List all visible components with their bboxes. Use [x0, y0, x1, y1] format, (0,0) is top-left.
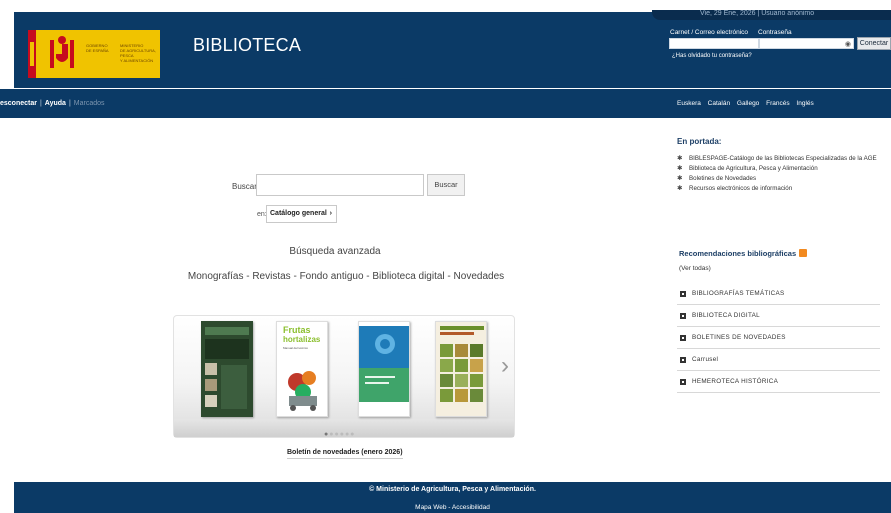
pin-icon: ✱: [677, 175, 683, 182]
catalog-select[interactable]: Catálogo general ›: [266, 205, 337, 223]
carousel-dots[interactable]: ●●●●●●: [324, 431, 355, 438]
lang-gallego[interactable]: Gallego: [737, 100, 759, 107]
carousel-dot[interactable]: ●: [350, 431, 355, 438]
book-cover-3-art: [359, 322, 409, 416]
rec-link[interactable]: BIBLIOGRAFÍAS TEMÁTICAS: [692, 290, 785, 297]
page: GOBIERNO DE ESPAÑA MINISTERIO DE AGRICUL…: [0, 0, 891, 513]
nav-bar: esconectar | Ayuda | Marcados Euskera Catalá…: [0, 89, 891, 118]
folder-icon: [680, 313, 686, 319]
government-logo[interactable]: GOBIERNO DE ESPAÑA MINISTERIO DE AGRICUL…: [28, 30, 160, 78]
vegetables-icon: [288, 371, 317, 411]
footer: © Ministerio de Agricultura, Pesca y Ali…: [14, 482, 891, 513]
portada-link[interactable]: Biblioteca de Agricultura, Pesca y Alime…: [689, 165, 818, 172]
list-item[interactable]: ✱ BIBLESPAGE-Catálogo de las Bibliotecas …: [677, 154, 882, 163]
card-label: Carnet / Correo electrónico: [670, 29, 749, 36]
recommendations-list: BIBLIOGRAFÍAS TEMÁTICAS BIBLIOTECA DIGIT…: [677, 283, 880, 393]
gov-line2: DE ESPAÑA: [86, 48, 109, 53]
status-bar: Vie, 29 Ene, 2026 | Usuario anónimo: [652, 10, 891, 20]
lang-frances[interactable]: Francés: [766, 100, 789, 107]
list-item[interactable]: ✱ Boletines de Novedades: [677, 174, 882, 183]
ministry-text: MINISTERIO DE AGRICULTURA, PESCA Y ALIME…: [120, 43, 160, 63]
rec-link[interactable]: Carrusel: [692, 356, 718, 363]
advanced-search-link[interactable]: Búsqueda avanzada: [0, 246, 670, 257]
card-input[interactable]: [669, 38, 759, 49]
portada-link[interactable]: BIBLESPAGE-Catálogo de las Bibliotecas E…: [689, 155, 877, 162]
list-item[interactable]: ✱ Recursos electrónicos de información: [677, 184, 882, 193]
quick-links[interactable]: Monografías - Revistas - Fondo antiguo -…: [0, 271, 692, 282]
list-item[interactable]: BOLETINES DE NOVEDADES: [677, 327, 880, 349]
book-cover-2-title1: Frutas: [283, 325, 311, 335]
book-cover-2-subtitle: Manual del técnico: [283, 346, 309, 350]
disconnect-link[interactable]: esconectar: [0, 100, 37, 107]
ministry-line2: DE AGRICULTURA, PESCA: [120, 48, 156, 58]
book-cover-1-art: [201, 321, 253, 417]
newsletter-link[interactable]: Boletín de novedades (enero 2026): [287, 449, 403, 459]
rss-icon[interactable]: [799, 249, 808, 257]
bookmarks-link[interactable]: Marcados: [74, 100, 105, 107]
password-input[interactable]: ◉: [759, 38, 854, 49]
recommendations-title: Recomendaciones bibliográficas: [679, 249, 808, 258]
eye-icon[interactable]: ◉: [845, 40, 851, 48]
site-title[interactable]: BIBLIOTECA: [193, 35, 301, 56]
list-item[interactable]: HEMEROTECA HISTÓRICA: [677, 371, 880, 393]
pin-icon: ✱: [677, 155, 683, 162]
spain-flag-icon: [28, 30, 36, 78]
lang-ingles[interactable]: Inglés: [796, 100, 813, 107]
header: GOBIERNO DE ESPAÑA MINISTERIO DE AGRICUL…: [14, 10, 891, 88]
book-carousel[interactable]: Frutas hortalizas Manual del técnico › ●…: [173, 315, 515, 438]
footer-links[interactable]: Mapa Web - Accesibilidad: [14, 504, 891, 511]
help-link[interactable]: Ayuda: [45, 100, 66, 107]
password-label: Contraseña: [758, 29, 792, 36]
user-nav: esconectar | Ayuda | Marcados: [0, 100, 105, 107]
book-cover-2-title2: hortalizas: [283, 335, 321, 344]
gov-text: GOBIERNO DE ESPAÑA: [86, 43, 109, 53]
rec-link[interactable]: BOLETINES DE NOVEDADES: [692, 334, 786, 341]
search-input[interactable]: [256, 174, 424, 196]
list-item[interactable]: ✱ Biblioteca de Agricultura, Pesca y Alim…: [677, 164, 882, 173]
book-cover-2[interactable]: Frutas hortalizas Manual del técnico: [276, 321, 328, 417]
book-cover-4-art: [436, 322, 486, 416]
pin-icon: ✱: [677, 165, 683, 172]
portada-link[interactable]: Recursos electrónicos de información: [689, 185, 792, 192]
folder-icon: [680, 379, 686, 385]
portada-list: ✱ BIBLESPAGE-Catálogo de las Bibliotecas …: [677, 154, 882, 194]
view-all-link[interactable]: (Ver todas): [679, 265, 711, 272]
catalog-select-value: Catálogo general: [270, 210, 327, 217]
pin-icon: ✱: [677, 185, 683, 192]
search-button[interactable]: Buscar: [427, 174, 465, 196]
coat-of-arms-icon: [50, 36, 74, 68]
lang-catalan[interactable]: Catalán: [708, 100, 730, 107]
portada-link[interactable]: Boletines de Novedades: [689, 175, 756, 182]
list-item[interactable]: Carrusel: [677, 349, 880, 371]
chevron-right-icon: ›: [329, 210, 332, 217]
portada-title: En portada:: [677, 137, 722, 146]
folder-icon: [680, 357, 686, 363]
recommendations-title-text: Recomendaciones bibliográficas: [679, 249, 797, 258]
rec-link[interactable]: HEMEROTECA HISTÓRICA: [692, 378, 778, 385]
list-item[interactable]: BIBLIOTECA DIGITAL: [677, 305, 880, 327]
book-cover-3[interactable]: [358, 321, 410, 417]
connect-button[interactable]: Conectar: [857, 37, 891, 50]
status-text: Vie, 29 Ene, 2026 | Usuario anónimo: [700, 10, 815, 17]
forgot-password-link[interactable]: ¿Has olvidado tu contraseña?: [672, 53, 752, 59]
language-nav: Euskera Catalán Gallego Francés Inglés: [677, 100, 819, 107]
lang-euskera[interactable]: Euskera: [677, 100, 701, 107]
list-item[interactable]: BIBLIOGRAFÍAS TEMÁTICAS: [677, 283, 880, 305]
footer-copyright: © Ministerio de Agricultura, Pesca y Ali…: [369, 486, 536, 493]
book-cover-1[interactable]: [201, 321, 253, 417]
chevron-right-icon[interactable]: ›: [501, 354, 509, 378]
folder-icon: [680, 291, 686, 297]
book-cover-4[interactable]: [435, 321, 487, 417]
rec-link[interactable]: BIBLIOTECA DIGITAL: [692, 312, 760, 319]
ministry-line3: Y ALIMENTACIÓN: [120, 58, 154, 63]
folder-icon: [680, 335, 686, 341]
